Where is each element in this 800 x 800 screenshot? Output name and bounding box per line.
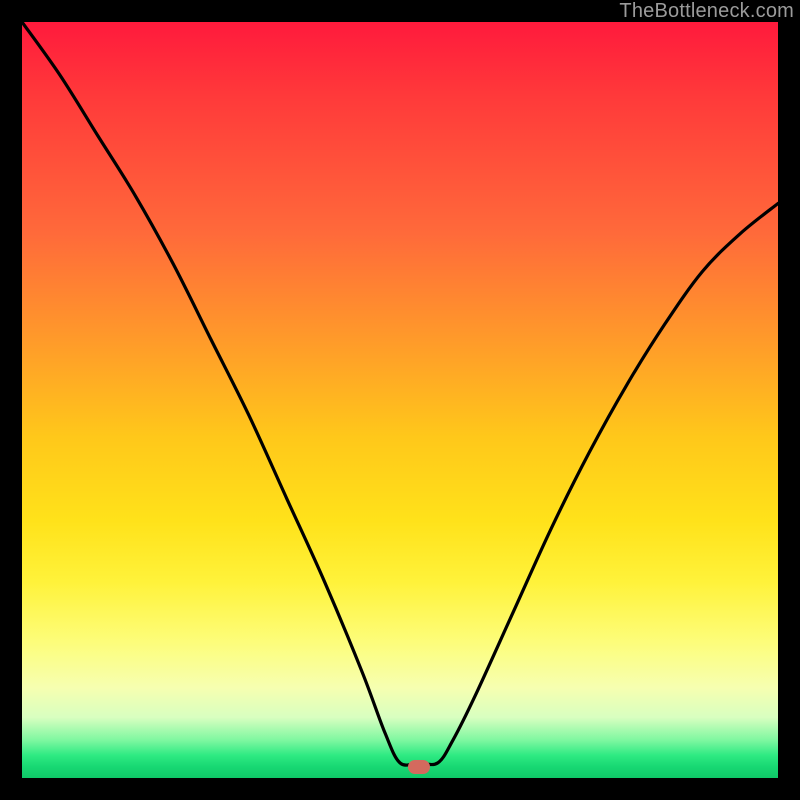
bottleneck-marker (408, 760, 430, 774)
plot-area (22, 22, 778, 778)
watermark-text: TheBottleneck.com (619, 0, 794, 23)
chart-frame: TheBottleneck.com (0, 0, 800, 800)
bottleneck-curve (22, 22, 778, 765)
curve-svg (22, 22, 778, 778)
